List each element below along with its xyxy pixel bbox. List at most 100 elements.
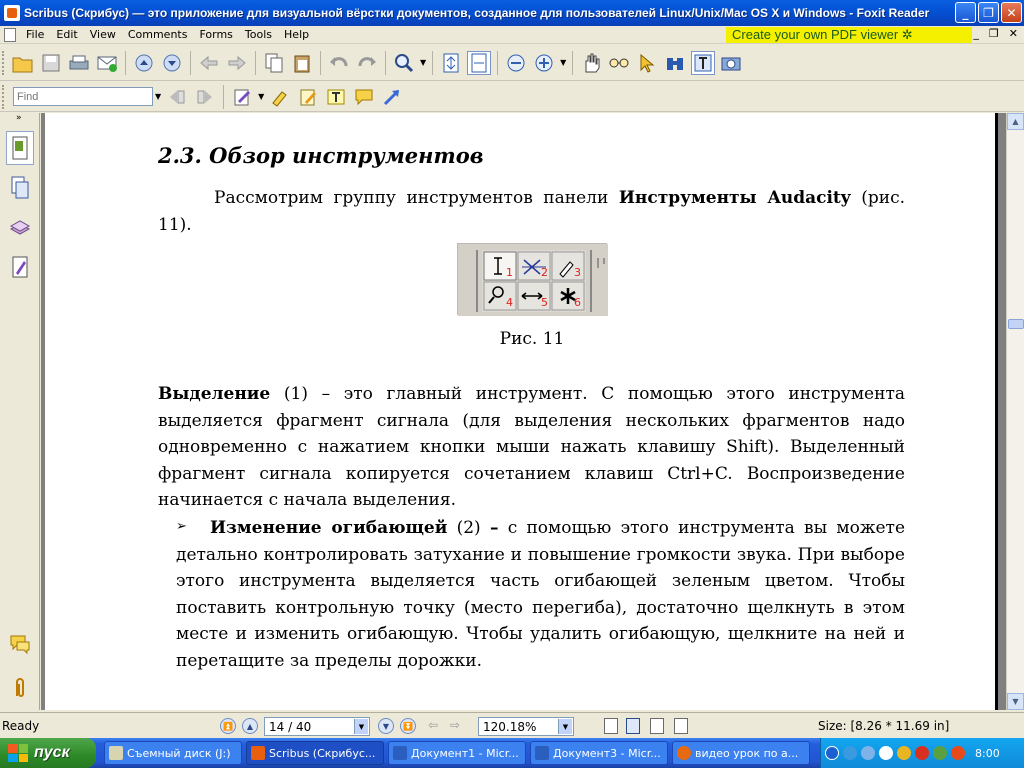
page-number-field[interactable]: 14 / 40 ▼ [264,717,370,736]
first-page-icon[interactable]: ⏫ [220,718,236,734]
copy-page-icon[interactable] [262,51,286,75]
document-window-controls: _ ❐ ✕ [973,27,1018,40]
minimize-button[interactable]: _ [955,2,976,23]
loupe-glasses-icon[interactable] [607,51,631,75]
facing-pages-icon[interactable] [650,718,664,734]
tray-expand-icon[interactable] [825,746,839,760]
bluetooth-icon[interactable] [843,746,857,760]
forward-arrow-icon[interactable] [225,51,249,75]
text-select-icon[interactable] [691,50,716,75]
continuous-page-icon[interactable] [626,718,640,734]
doc-restore-button[interactable]: ❐ [989,27,999,40]
toolbar-grip[interactable] [2,84,6,109]
vertical-scrollbar[interactable]: ▲ ▼ [1006,113,1024,710]
scroll-down-icon[interactable]: ▼ [1007,693,1024,710]
email-icon[interactable] [95,51,119,75]
chevron-down-icon[interactable]: ▼ [420,58,426,67]
fit-width-icon[interactable] [467,50,492,75]
doc-close-button[interactable]: ✕ [1009,27,1018,40]
tray-app-icon[interactable] [933,746,947,760]
back-arrow-icon[interactable] [197,51,221,75]
menu-file[interactable]: File [20,28,50,41]
continuous-facing-icon[interactable] [674,718,688,734]
menu-tools[interactable]: Tools [239,28,278,41]
task-list: Съемный диск (J:) Scribus (Скрибус... До… [104,741,810,765]
scroll-up-icon[interactable]: ▲ [1007,113,1024,130]
menu-forms[interactable]: Forms [193,28,238,41]
clock[interactable]: 8:00 [975,747,1000,760]
forward-view-icon[interactable]: ⇨ [450,718,460,732]
zoom-tool-icon[interactable] [392,51,416,75]
tray-app2-icon[interactable] [951,746,965,760]
tool-number-1: 1 [506,266,513,279]
toolbar-grip[interactable] [2,50,6,75]
tool-number-5: 5 [541,296,548,309]
prev-page-icon[interactable]: ▲ [242,718,258,734]
fit-page-icon[interactable] [439,51,463,75]
snapshot-camera-icon[interactable] [719,51,743,75]
comments-panel-icon[interactable] [6,627,34,661]
chevron-down-icon[interactable]: ▼ [258,92,264,101]
start-button[interactable]: пуск [0,738,96,768]
security-icon[interactable] [897,746,911,760]
text-box-icon[interactable] [324,85,348,109]
highlight-icon[interactable] [268,85,292,109]
chevron-down-icon[interactable]: ▼ [155,92,161,101]
scroll-thumb[interactable] [1008,319,1024,329]
next-page-icon[interactable]: ▼ [378,718,394,734]
chevron-down-icon[interactable]: ▼ [558,719,572,734]
previous-page-icon[interactable] [132,51,156,75]
find-previous-icon[interactable] [165,85,189,109]
next-page-icon[interactable] [160,51,184,75]
comment-bubble-icon[interactable] [352,85,376,109]
document-view[interactable]: 2.3. Обзор инструментов Рассмотрим групп… [41,113,1006,710]
print-icon[interactable] [67,51,91,75]
typewriter-icon[interactable] [230,85,254,109]
antivirus-icon[interactable] [915,746,929,760]
foxit-app-icon[interactable] [4,5,20,21]
maximize-button[interactable]: ❐ [978,2,999,23]
chevron-down-icon[interactable]: ▼ [354,719,368,734]
doc-minimize-button[interactable]: _ [973,27,979,40]
layers-icon[interactable] [6,211,34,245]
close-button[interactable]: ✕ [1001,2,1022,23]
task-word-doc3[interactable]: Документ3 - Micr... [530,741,668,765]
zoom-level-field[interactable]: 120.18% ▼ [478,717,574,736]
redo-icon[interactable] [355,51,379,75]
chevron-down-icon[interactable]: ▼ [560,58,566,67]
back-view-icon[interactable]: ⇦ [428,718,438,732]
menu-edit[interactable]: Edit [50,28,83,41]
zoom-in-icon[interactable] [532,51,556,75]
find-next-icon[interactable] [193,85,217,109]
pages-icon[interactable] [6,171,34,205]
hand-tool-icon[interactable] [579,51,603,75]
task-foxit-reader[interactable]: Scribus (Скрибус... [246,741,384,765]
bookmarks-icon[interactable] [6,131,34,165]
volume-icon[interactable] [879,746,893,760]
paste-icon[interactable] [290,51,314,75]
menu-comments[interactable]: Comments [122,28,194,41]
save-icon[interactable] [39,51,63,75]
note-edit-icon[interactable] [296,85,320,109]
network-icon[interactable] [861,746,875,760]
zoom-out-icon[interactable] [504,51,528,75]
select-arrow-icon[interactable] [635,51,659,75]
menu-help[interactable]: Help [278,28,315,41]
open-folder-icon[interactable] [11,51,35,75]
attachments-icon[interactable] [6,671,34,705]
expand-panel-icon[interactable]: » [0,113,39,125]
signatures-icon[interactable] [6,251,34,285]
binoculars-icon[interactable] [663,51,687,75]
single-page-icon[interactable] [604,718,618,734]
arrow-annotation-icon[interactable] [380,85,404,109]
promo-banner[interactable]: Create your own PDF viewer ✲ [726,27,972,43]
task-firefox[interactable]: видео урок по а... [672,741,810,765]
undo-icon[interactable] [327,51,351,75]
task-word-doc1[interactable]: Документ1 - Micr... [388,741,526,765]
menu-view[interactable]: View [84,28,122,41]
envelope-number: (2) [447,518,490,538]
window-controls: _ ❐ ✕ [955,2,1022,23]
find-input[interactable] [13,87,153,106]
task-removable-disk[interactable]: Съемный диск (J:) [104,741,242,765]
last-page-icon[interactable]: ⏬ [400,718,416,734]
